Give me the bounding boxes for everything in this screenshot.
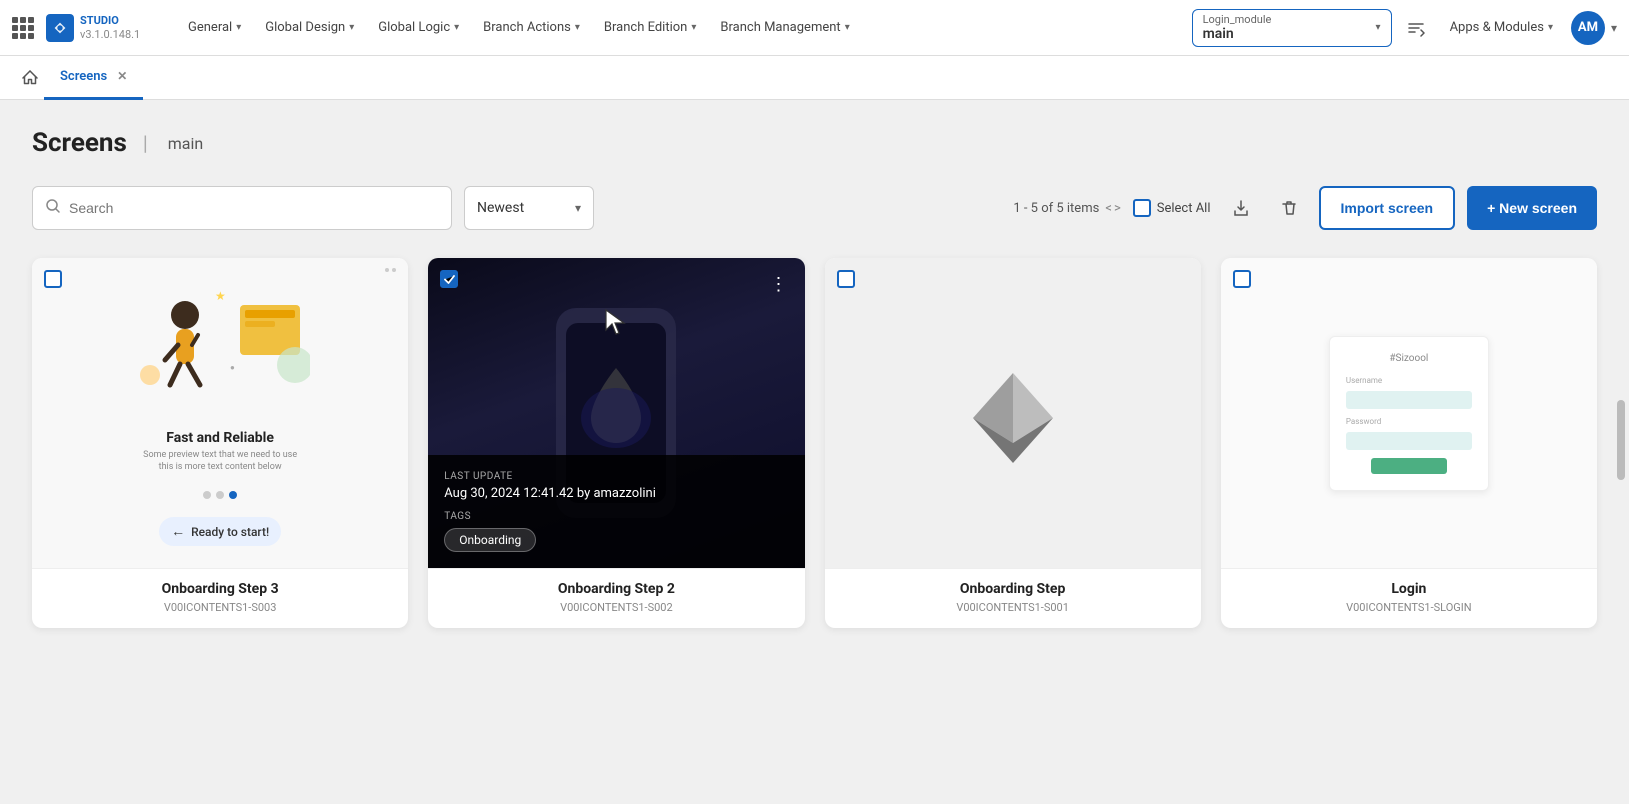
card-thumbnail bbox=[825, 258, 1201, 568]
card-checkbox[interactable] bbox=[1233, 270, 1251, 288]
nav-branch-edition[interactable]: Branch Edition ▾ bbox=[594, 14, 707, 41]
delete-button[interactable] bbox=[1271, 190, 1307, 226]
import-screen-button[interactable]: Import screen bbox=[1319, 186, 1456, 230]
screens-grid: ★ ● Fast and Reliable Some preview text … bbox=[32, 258, 1597, 628]
card-overlay: LAST UPDATE Aug 30, 2024 12:41.42 by ama… bbox=[428, 455, 804, 568]
screen-card-onboarding-step-2[interactable]: ⋮ bbox=[428, 258, 804, 628]
card-name: Onboarding Step bbox=[839, 581, 1187, 597]
chevron-down-icon: ▾ bbox=[236, 22, 241, 33]
card-info: Onboarding Step V00ICONTENTS1-S001 bbox=[825, 568, 1201, 628]
chevron-down-icon: ▾ bbox=[1548, 22, 1553, 33]
chevron-down-icon: ▾ bbox=[575, 22, 580, 33]
page-header: Screens | main bbox=[32, 128, 1597, 158]
card-options-icon bbox=[385, 268, 396, 272]
card-id: V00ICONTENTS1-SLOGIN bbox=[1235, 601, 1583, 614]
pagination-arrows[interactable]: < > bbox=[1105, 201, 1120, 216]
card-checkbox[interactable] bbox=[44, 270, 62, 288]
ready-chip: ← Ready to start! bbox=[159, 517, 281, 546]
top-navigation: STUDIO v3.1.0.148.1 General ▾ Global Des… bbox=[0, 0, 1629, 56]
svg-text:★: ★ bbox=[215, 289, 226, 303]
nav-global-logic[interactable]: Global Logic ▾ bbox=[368, 14, 469, 41]
chevron-down-icon: ▾ bbox=[1376, 22, 1381, 33]
card-name: Login bbox=[1235, 581, 1583, 597]
screen-card-login[interactable]: #Sizoool Username Password Login V00ICON… bbox=[1221, 258, 1597, 628]
chevron-down-icon: ▾ bbox=[575, 201, 581, 215]
card-menu-icon[interactable]: ⋮ bbox=[765, 270, 793, 298]
toolbar: Newest ▾ 1 - 5 of 5 items < > Select All bbox=[32, 186, 1597, 230]
logo-text: STUDIO v3.1.0.148.1 bbox=[80, 14, 140, 40]
search-box bbox=[32, 186, 452, 230]
card-name: Onboarding Step 3 bbox=[46, 581, 394, 597]
sort-dropdown[interactable]: Newest ▾ bbox=[464, 186, 594, 230]
card-info: Onboarding Step 3 V00ICONTENTS1-S003 bbox=[32, 568, 408, 628]
export-button[interactable] bbox=[1223, 190, 1259, 226]
card-name: Onboarding Step 2 bbox=[442, 581, 790, 597]
page-title: Screens bbox=[32, 128, 127, 158]
switch-icon[interactable] bbox=[1402, 14, 1430, 42]
scrollbar[interactable] bbox=[1617, 400, 1625, 480]
avatar-chevron-icon[interactable]: ▾ bbox=[1611, 21, 1617, 35]
screen-card-onboarding-step-3[interactable]: ★ ● Fast and Reliable Some preview text … bbox=[32, 258, 408, 628]
dots-indicator bbox=[203, 491, 237, 499]
close-icon[interactable]: ✕ bbox=[117, 69, 127, 83]
card-checkbox[interactable] bbox=[837, 270, 855, 288]
page-branch: main bbox=[168, 134, 203, 153]
svg-text:●: ● bbox=[230, 363, 235, 372]
card-thumbnail: #Sizoool Username Password bbox=[1221, 258, 1597, 568]
new-screen-button[interactable]: + New screen bbox=[1467, 186, 1597, 230]
thumbnail-content: ★ ● Fast and Reliable Some preview text … bbox=[32, 260, 408, 566]
apps-modules[interactable]: Apps & Modules ▾ bbox=[1440, 14, 1563, 41]
card-id: V00ICONTENTS1-S003 bbox=[46, 601, 394, 614]
chevron-down-icon: ▾ bbox=[691, 22, 696, 33]
tab-home[interactable] bbox=[16, 56, 44, 100]
nav-global-design[interactable]: Global Design ▾ bbox=[255, 14, 364, 41]
logo-icon bbox=[46, 14, 74, 42]
nav-branch-management[interactable]: Branch Management ▾ bbox=[710, 14, 859, 41]
next-page-icon[interactable]: > bbox=[1114, 201, 1121, 216]
select-all-checkbox[interactable] bbox=[1133, 199, 1151, 217]
select-all-area[interactable]: Select All bbox=[1133, 199, 1211, 217]
card-thumbnail: ★ ● Fast and Reliable Some preview text … bbox=[32, 258, 408, 568]
card-id: V00ICONTENTS1-S001 bbox=[839, 601, 1187, 614]
card-thumbnail: ⋮ bbox=[428, 258, 804, 568]
search-icon bbox=[45, 198, 61, 218]
tab-screens[interactable]: Screens ✕ bbox=[44, 56, 143, 100]
tag-onboarding: Onboarding bbox=[444, 528, 536, 552]
chevron-down-icon: ▾ bbox=[349, 22, 354, 33]
tab-bar: Screens ✕ bbox=[0, 56, 1629, 100]
search-input[interactable] bbox=[69, 200, 439, 216]
screen-card-onboarding-step[interactable]: Onboarding Step V00ICONTENTS1-S001 bbox=[825, 258, 1201, 628]
branch-selector[interactable]: Login_module main ▾ bbox=[1192, 9, 1392, 47]
apps-grid-icon[interactable] bbox=[12, 17, 34, 39]
nav-branch-actions[interactable]: Branch Actions ▾ bbox=[473, 14, 590, 41]
card-checkbox[interactable] bbox=[440, 270, 458, 288]
logo[interactable]: STUDIO v3.1.0.148.1 bbox=[46, 14, 166, 42]
card-info: Onboarding Step 2 V00ICONTENTS1-S002 bbox=[428, 568, 804, 628]
chevron-down-icon: ▾ bbox=[845, 22, 850, 33]
prev-page-icon[interactable]: < bbox=[1105, 201, 1112, 216]
main-content: Screens | main Newest ▾ 1 - 5 of 5 items… bbox=[0, 100, 1629, 804]
card-id: V00ICONTENTS1-S002 bbox=[442, 601, 790, 614]
chevron-down-icon: ▾ bbox=[454, 22, 459, 33]
nav-general[interactable]: General ▾ bbox=[178, 14, 251, 41]
pagination-info: 1 - 5 of 5 items < > bbox=[1013, 201, 1120, 216]
login-preview: #Sizoool Username Password bbox=[1329, 336, 1489, 491]
card-info: Login V00ICONTENTS1-SLOGIN bbox=[1221, 568, 1597, 628]
user-avatar[interactable]: AM bbox=[1571, 11, 1605, 45]
